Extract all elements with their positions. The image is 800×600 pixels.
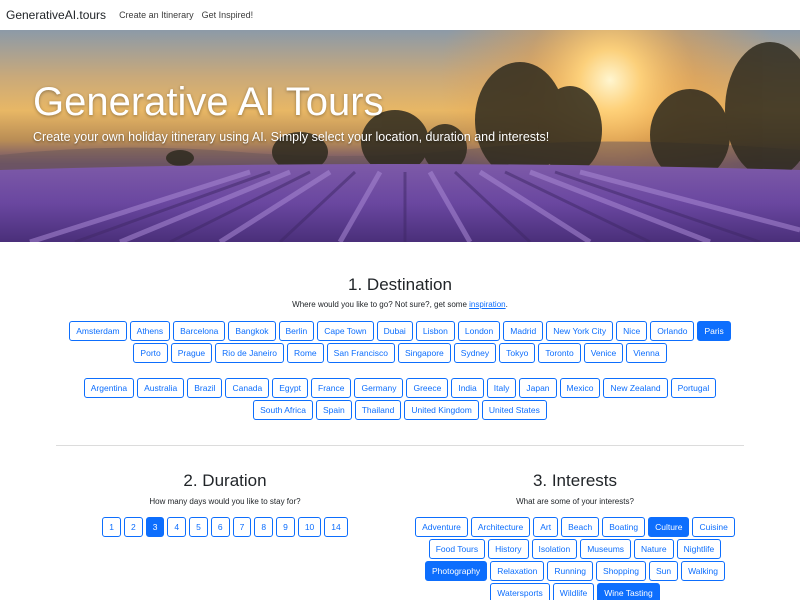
interest-relaxation-button[interactable]: Relaxation <box>490 561 545 581</box>
nav-link-get-inspired[interactable]: Get Inspired! <box>202 10 254 20</box>
interest-boating-button[interactable]: Boating <box>602 517 646 537</box>
interest-nature-button[interactable]: Nature <box>634 539 674 559</box>
city-singapore-button[interactable]: Singapore <box>398 343 451 363</box>
country-egypt-button[interactable]: Egypt <box>272 378 309 398</box>
city-tokyo-button[interactable]: Tokyo <box>499 343 536 363</box>
days-2-button[interactable]: 2 <box>123 517 143 537</box>
country-spain-button[interactable]: Spain <box>315 400 352 420</box>
interests-subtitle: What are some of your interests? <box>516 497 634 506</box>
interest-art-button[interactable]: Art <box>533 517 559 537</box>
interest-culture-button[interactable]: Culture <box>648 517 690 537</box>
city-cape-town-button[interactable]: Cape Town <box>317 321 374 341</box>
hero-title: Generative AI Tours <box>33 80 384 124</box>
hero-subtitle: Create your own holiday itinerary using … <box>33 130 550 144</box>
city-bangkok-button[interactable]: Bangkok <box>228 321 276 341</box>
country-south-africa-button[interactable]: South Africa <box>253 400 313 420</box>
interest-sun-button[interactable]: Sun <box>648 561 679 581</box>
country-australia-button[interactable]: Australia <box>137 378 185 398</box>
destination-title: 1. Destination <box>348 275 452 294</box>
country-canada-button[interactable]: Canada <box>225 378 270 398</box>
country-france-button[interactable]: France <box>311 378 352 398</box>
interests-button-group: Adventure Architecture Art Beach Boating Cult… <box>410 517 740 600</box>
destination-subtitle: Where would you like to go? Not sure?, g… <box>292 300 508 309</box>
duration-subtitle: How many days would you like to stay for… <box>149 497 301 506</box>
country-japan-button[interactable]: Japan <box>519 378 557 398</box>
city-venice-button[interactable]: Venice <box>583 343 624 363</box>
city-berlin-button[interactable]: Berlin <box>278 321 315 341</box>
city-prague-button[interactable]: Prague <box>170 343 213 363</box>
city-nice-button[interactable]: Nice <box>616 321 648 341</box>
interest-nightlife-button[interactable]: Nightlife <box>676 539 722 559</box>
city-san-francisco-button[interactable]: San Francisco <box>326 343 396 363</box>
city-vienna-button[interactable]: Vienna <box>626 343 667 363</box>
interest-walking-button[interactable]: Walking <box>681 561 725 581</box>
interest-watersports-button[interactable]: Watersports <box>490 583 550 600</box>
city-rio-de-janeiro-button[interactable]: Rio de Janeiro <box>215 343 284 363</box>
interest-shopping-button[interactable]: Shopping <box>596 561 646 581</box>
city-toronto-button[interactable]: Toronto <box>538 343 581 363</box>
country-portugal-button[interactable]: Portugal <box>670 378 717 398</box>
interest-isolation-button[interactable]: Isolation <box>531 539 578 559</box>
city-paris-button[interactable]: Paris <box>697 321 731 341</box>
nav-link-create-itinerary[interactable]: Create an Itinerary <box>119 10 194 20</box>
country-india-button[interactable]: India <box>451 378 484 398</box>
city-rome-button[interactable]: Rome <box>286 343 324 363</box>
city-london-button[interactable]: London <box>457 321 501 341</box>
days-4-button[interactable]: 4 <box>167 517 187 537</box>
country-united-states-button[interactable]: United States <box>481 400 547 420</box>
interest-museums-button[interactable]: Museums <box>580 539 632 559</box>
country-germany-button[interactable]: Germany <box>354 378 404 398</box>
country-new-zealand-button[interactable]: New Zealand <box>603 378 668 398</box>
country-italy-button[interactable]: Italy <box>486 378 517 398</box>
interest-running-button[interactable]: Running <box>547 561 594 581</box>
interest-wine-tasting-button[interactable]: Wine Tasting <box>597 583 660 600</box>
city-porto-button[interactable]: Porto <box>133 343 168 363</box>
brand-link[interactable]: GenerativeAI.tours <box>6 8 106 22</box>
days-7-button[interactable]: 7 <box>232 517 252 537</box>
country-brazil-button[interactable]: Brazil <box>187 378 223 398</box>
days-14-button[interactable]: 14 <box>324 517 348 537</box>
city-madrid-button[interactable]: Madrid <box>503 321 544 341</box>
city-lisbon-button[interactable]: Lisbon <box>415 321 455 341</box>
interest-cuisine-button[interactable]: Cuisine <box>692 517 735 537</box>
city-new-york-city-button[interactable]: New York City <box>546 321 614 341</box>
country-button-group: Argentina Australia Brazil Canada Egypt Franc… <box>55 378 745 420</box>
country-thailand-button[interactable]: Thailand <box>354 400 402 420</box>
interest-food-tours-button[interactable]: Food Tours <box>428 539 486 559</box>
city-dubai-button[interactable]: Dubai <box>376 321 413 341</box>
interest-adventure-button[interactable]: Adventure <box>415 517 468 537</box>
city-athens-button[interactable]: Athens <box>129 321 171 341</box>
duration-button-group: 1 2 3 4 5 6 7 8 9 10 14 <box>50 517 400 537</box>
city-barcelona-button[interactable]: Barcelona <box>173 321 226 341</box>
city-orlando-button[interactable]: Orlando <box>650 321 695 341</box>
country-greece-button[interactable]: Greece <box>406 378 449 398</box>
navbar: GenerativeAI.tours Create an Itinerary G… <box>0 0 800 30</box>
days-10-button[interactable]: 10 <box>297 517 322 537</box>
country-mexico-button[interactable]: Mexico <box>559 378 601 398</box>
city-amsterdam-button[interactable]: Amsterdam <box>69 321 127 341</box>
country-united-kingdom-button[interactable]: United Kingdom <box>404 400 479 420</box>
days-6-button[interactable]: 6 <box>210 517 230 537</box>
country-argentina-button[interactable]: Argentina <box>83 378 135 398</box>
duration-title: 2. Duration <box>183 471 267 490</box>
days-8-button[interactable]: 8 <box>254 517 274 537</box>
interests-title: 3. Interests <box>532 471 618 490</box>
days-9-button[interactable]: 9 <box>276 517 295 537</box>
days-5-button[interactable]: 5 <box>189 517 208 537</box>
interest-wildlife-button[interactable]: Wildlife <box>552 583 595 600</box>
section-divider <box>56 445 744 446</box>
interest-photography-button[interactable]: Photography <box>424 561 488 581</box>
interest-history-button[interactable]: History <box>488 539 529 559</box>
inspiration-link[interactable]: inspiration <box>469 300 505 309</box>
days-3-button[interactable]: 3 <box>145 517 165 537</box>
days-1-button[interactable]: 1 <box>102 517 121 537</box>
city-sydney-button[interactable]: Sydney <box>453 343 497 363</box>
hero-banner: Generative AI Tours Create your own holi… <box>0 30 800 242</box>
city-button-group: Amsterdam Athens Barcelona Bangkok Berlin Cap… <box>55 321 745 363</box>
interest-beach-button[interactable]: Beach <box>561 517 600 537</box>
interest-architecture-button[interactable]: Architecture <box>470 517 531 537</box>
